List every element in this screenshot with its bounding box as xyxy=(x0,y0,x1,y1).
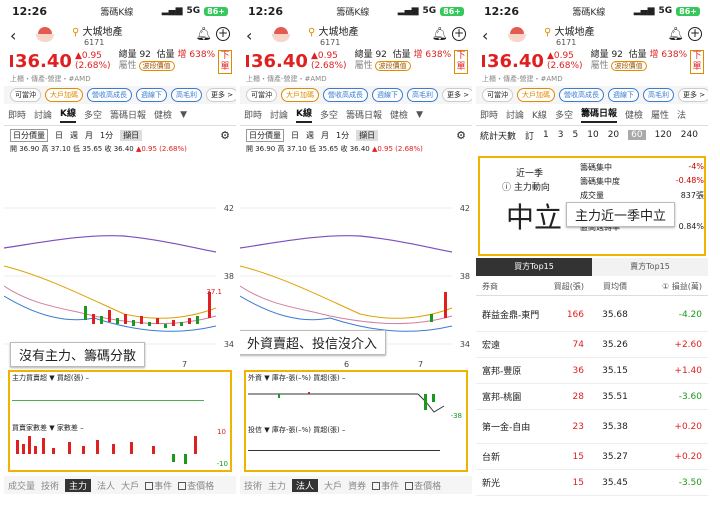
stock-title[interactable]: ⚲ 大城地產 6171 xyxy=(308,23,359,47)
bell-icon[interactable]: 🔔︎ xyxy=(431,27,448,42)
main-tabs: 即時 討論 K線 多空 籌碼日報 健檢 ▼ xyxy=(240,104,472,126)
annotation-callout: 沒有主力、籌碼分散 xyxy=(10,342,146,367)
header: ‹ ⚲ 大城地產 6171 🔔︎ + xyxy=(476,22,708,48)
panel-1: 12:26 籌碼K線 ▂▄▆ 5G 86+ ‹ ⚲ 大城地產 6171 🔔︎ + 36… xyxy=(4,0,236,526)
panel-2: 12:26 籌碼K線 ▂▄▆ 5G 86+ ‹ ⚲ 大城地產 6171 🔔︎ + 36… xyxy=(240,0,472,526)
header: ‹ ⚲ 大城地產 6171 🔔︎ + xyxy=(4,22,236,48)
search-icon[interactable]: ⚲ xyxy=(72,27,79,38)
back-icon[interactable]: ‹ xyxy=(246,26,262,45)
panel-3: 12:26 籌碼K線 ▂▄▆ 5G 86+ ‹ ⚲ 大城地產 6171 🔔︎ + 36… xyxy=(476,0,708,526)
signal-icon: ▂▄▆ xyxy=(161,6,183,16)
main-force-summary: 近一季 ⓘ 主力動向 中立 籌碼集中 -4% 籌碼集中度 -0.48% 成交量 837… xyxy=(478,156,706,256)
add-icon[interactable]: + xyxy=(688,27,702,41)
add-icon[interactable]: + xyxy=(216,27,230,41)
checkbox-icon xyxy=(372,481,381,490)
checkbox-icon xyxy=(178,481,187,490)
order-button[interactable]: 下單 xyxy=(218,50,232,74)
table-row[interactable]: 群益金鼎-東門 166 35.68 -4.20 xyxy=(476,298,708,332)
table-header: 券商 買超(張) 買均價 ① 損益(萬) xyxy=(476,278,708,296)
table-row[interactable]: 富邦-桃園 28 35.51 -3.60 xyxy=(476,384,708,410)
order-button[interactable]: 下單 xyxy=(454,50,468,74)
status-bar: 12:26 籌碼K線 ▂▄▆ 5G 86+ xyxy=(4,0,236,22)
price-value: 36.40 xyxy=(15,50,72,72)
price-row: 36.40 ▲0.95 (2.68%) 總量 92 估量 增 638% 屬性 波段價值… xyxy=(476,48,708,74)
indicator-box: 外資 ▼ 庫存-張(–%) 買超(張) – -38 投信 ▼ 庫存-張(–%) … xyxy=(244,370,468,472)
chip-row: 可當沖 大戶加碼 營收高成長 週線下 高毛利 更多 > xyxy=(476,86,708,104)
status-bar: 12:26 籌碼K線 ▂▄▆ 5G 86+ xyxy=(240,0,472,22)
main-tabs: 即時 討論 K線 多空 籌碼日報 健檢 屬性 法 xyxy=(476,104,708,126)
price-row: 36.40 ▲0.95 (2.68%) 總量 92 估量 增 638% 屬性 波段價值… xyxy=(240,48,472,74)
table-row[interactable]: 富邦-豐原 36 35.15 +1.40 xyxy=(476,358,708,384)
main-tabs: 即時 討論 K線 多空 籌碼日報 健檢 ▼ xyxy=(4,104,236,126)
back-icon[interactable]: ‹ xyxy=(482,26,498,45)
order-button[interactable]: 下單 xyxy=(690,50,704,74)
chart-controls: 日分價量 日 週 月 1分 擷日 ⚙ xyxy=(4,126,236,144)
bell-icon[interactable]: 🔔︎ xyxy=(667,27,684,42)
back-icon[interactable]: ‹ xyxy=(10,26,26,45)
header: ‹ ⚲ 大城地產 6171 🔔︎ + xyxy=(240,22,472,48)
gear-icon[interactable]: ⚙ xyxy=(456,129,466,142)
checkbox-icon xyxy=(405,481,414,490)
mascot-logo xyxy=(270,27,292,43)
breadth-bars xyxy=(16,436,197,464)
stock-title[interactable]: ⚲ 大城地產 6171 xyxy=(72,23,123,47)
table-row[interactable]: 第一金-自由 23 35.38 +0.20 xyxy=(476,410,708,444)
checkbox-icon xyxy=(145,481,154,490)
top15-tabs: 買方Top15 賣方Top15 xyxy=(476,258,708,276)
ohlc-line: 開 36.90 高 37.10 低 35.65 收 36.40 ▲0.95 (2… xyxy=(10,145,187,153)
status-bar: 12:26 籌碼K線 ▂▄▆ 5G 86+ xyxy=(476,0,708,22)
more-icon[interactable]: ▼ xyxy=(416,110,423,120)
bottom-tabs: 技術 主力 法人 大戶 資券 事件 查價格 xyxy=(240,476,472,494)
more-icon[interactable]: ▼ xyxy=(180,110,187,120)
info-icon: ⓘ xyxy=(502,183,512,193)
candles xyxy=(84,292,211,328)
indicator-box: 主力買賣超 ▼ 買超(張) – 買賣家數差 ▼ 家數差 – 10 -10 xyxy=(8,370,232,472)
add-icon[interactable]: + xyxy=(452,27,466,41)
direction-value: 中立 xyxy=(506,201,563,234)
mascot-logo xyxy=(34,27,56,43)
price-row: 36.40 ▲0.95 (2.68%) 總量 92 估量 增 638% 屬性 波段價值… xyxy=(4,48,236,74)
signal-icon: ▂▄▆ xyxy=(633,6,655,16)
bottom-tabs: 成交量 技術 主力 法人 大戶 事件 查價格 xyxy=(4,476,236,494)
table-row[interactable]: 新光 15 35.45 -3.50 xyxy=(476,470,708,496)
signal-icon: ▂▄▆ xyxy=(397,6,419,16)
bell-icon[interactable]: 🔔︎ xyxy=(195,27,212,42)
foreign-flow-chart xyxy=(248,392,445,413)
search-icon[interactable]: ⚲ xyxy=(308,27,315,38)
chart-controls: 日分價量 日 週 月 1分 擷日 ⚙ xyxy=(240,126,472,144)
battery-icon: 86+ xyxy=(204,6,228,16)
mascot-logo xyxy=(506,27,528,43)
table-row[interactable]: 宏遠 74 35.26 +2.60 xyxy=(476,332,708,358)
stock-title[interactable]: ⚲ 大城地產 6171 xyxy=(544,23,595,47)
gear-icon[interactable]: ⚙ xyxy=(220,129,230,142)
period-selector: 統計天數 訂 1 3 5 10 20 60 120 240 xyxy=(480,130,698,142)
annotation-callout: 外資賣超、投信沒介入 xyxy=(240,330,387,355)
battery-icon: 86+ xyxy=(440,6,464,16)
battery-icon: 86+ xyxy=(676,6,700,16)
annotation-callout: 主力近一季中立 xyxy=(566,202,676,227)
search-icon[interactable]: ⚲ xyxy=(544,27,551,38)
table-row[interactable]: 台新 15 35.27 +0.20 xyxy=(476,444,708,470)
chip-row: 可當沖 大戶加碼 營收高成長 週線下 高毛利 更多 > xyxy=(240,86,472,104)
chip-row: 可當沖 大戶加碼 營收高成長 週線下 高毛利 更多 > xyxy=(4,86,236,104)
